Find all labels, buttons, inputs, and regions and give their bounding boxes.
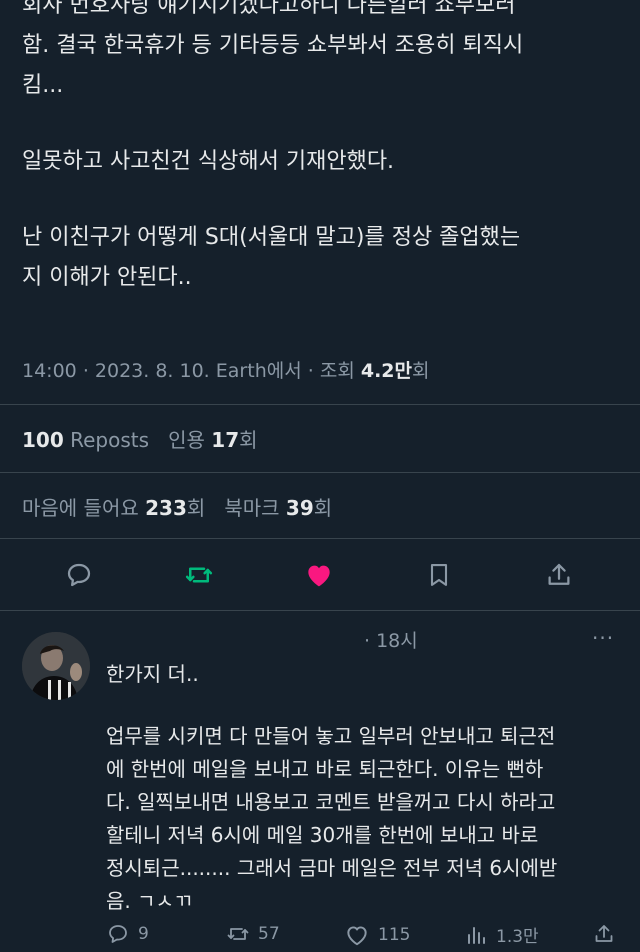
divider bbox=[0, 538, 640, 539]
bookmarks-unit: 회 bbox=[313, 496, 333, 520]
avatar-image bbox=[22, 632, 90, 700]
views-label: 조회 bbox=[319, 360, 355, 382]
likes-unit: 회 bbox=[186, 496, 206, 520]
repost-button[interactable] bbox=[181, 557, 217, 593]
views-unit: 회 bbox=[412, 360, 430, 382]
tweet-action-bar bbox=[0, 553, 640, 597]
reply-replies-count: 9 bbox=[138, 924, 149, 944]
tweet-text: 회사 번호사랑 얘기시기겠다고하니 다른일러 쇼부보러 함. 결국 한국휴가 등… bbox=[22, 0, 622, 298]
repost-arrows-icon bbox=[185, 567, 213, 583]
reply-line: 음. ㄱㅅㄲ bbox=[106, 889, 193, 913]
reply-reposts-count: 57 bbox=[258, 924, 280, 944]
speech-bubble-icon bbox=[67, 563, 91, 587]
bookmarks-link[interactable]: 북마크 39회 bbox=[224, 496, 332, 520]
reply-line: 업무를 시키면 다 만들어 놓고 일부러 안보내고 퇴근전 bbox=[106, 724, 556, 748]
likes-label: 마음에 들어요 bbox=[22, 496, 139, 520]
reposts-link[interactable]: 100 Reposts bbox=[22, 428, 149, 452]
reply-share-button[interactable] bbox=[592, 922, 616, 946]
like-stats-row: 마음에 들어요 233회 북마크 39회 bbox=[22, 492, 332, 521]
tweet-meta: 14:00 · 2023. 8. 10. Earth에서 · 조회 4.2만회 bbox=[22, 360, 430, 382]
reply-line: 정시퇴근........ 그래서 금마 메일은 전부 저녁 6시에받 bbox=[106, 856, 558, 880]
reply-action-bar: 9 57 115 1.3만 bbox=[0, 918, 640, 952]
bookmark-button[interactable] bbox=[421, 557, 457, 593]
reply-reply-button[interactable]: 9 bbox=[106, 922, 149, 946]
reply-line: 다. 일찍보내면 내용보고 코멘트 받을꺼고 다시 하라고 bbox=[106, 790, 556, 814]
reposts-count: 100 bbox=[22, 428, 64, 452]
repost-stats-row: 100 Reposts 인용 17회 bbox=[22, 424, 258, 453]
like-button[interactable] bbox=[301, 557, 337, 593]
quotes-count: 17 bbox=[211, 428, 240, 452]
reposts-label: Reposts bbox=[70, 428, 150, 452]
share-upload-icon bbox=[595, 925, 613, 942]
tweet-line: 일못하고 사고친건 식상해서 기재안했다. bbox=[22, 149, 395, 174]
tweet-line: 회사 번호사랑 얘기시기겠다고하니 다른일러 쇼부보러 bbox=[22, 0, 516, 18]
reply-like-button[interactable]: 115 bbox=[344, 922, 410, 948]
bookmark-icon bbox=[430, 564, 448, 586]
bookmarks-label: 북마크 bbox=[224, 496, 280, 520]
quotes-link[interactable]: 인용 17회 bbox=[168, 428, 257, 452]
divider bbox=[0, 404, 640, 405]
repost-arrows-icon bbox=[227, 928, 249, 940]
reply-views-button[interactable]: 1.3만 bbox=[464, 922, 539, 947]
more-dots-icon[interactable]: ··· bbox=[592, 626, 614, 650]
reply-text: 한가지 더.. 업무를 시키면 다 만들어 놓고 일부러 안보내고 퇴근전 에 … bbox=[106, 658, 626, 918]
tweet-line: 난 이친구가 어떻게 S대(서울대 말고)를 정상 졸업했는 bbox=[22, 225, 521, 250]
quotes-unit: 회 bbox=[239, 428, 258, 452]
reply-line: 한가지 더.. bbox=[106, 662, 199, 686]
tweet-line: 킴... bbox=[22, 73, 64, 98]
share-upload-icon bbox=[548, 563, 570, 585]
share-button[interactable] bbox=[541, 557, 577, 593]
reply-repost-button[interactable]: 57 bbox=[226, 922, 280, 946]
reply-likes-count: 115 bbox=[378, 925, 411, 945]
divider bbox=[0, 610, 640, 611]
speech-bubble-icon bbox=[109, 925, 127, 943]
bar-chart-icon bbox=[468, 926, 485, 944]
reply-button[interactable] bbox=[61, 557, 97, 593]
likes-link[interactable]: 마음에 들어요 233회 bbox=[22, 496, 205, 520]
likes-count: 233 bbox=[145, 496, 187, 520]
tweet-line: 지 이해가 안된다.. bbox=[22, 265, 192, 290]
views-count: 4.2만 bbox=[360, 360, 412, 382]
tweet-date[interactable]: 2023. 8. 10. bbox=[95, 360, 210, 382]
divider bbox=[0, 472, 640, 473]
bookmarks-count: 39 bbox=[285, 496, 314, 520]
heart-icon bbox=[347, 926, 367, 946]
reply-line: 할테니 저녁 6시에 메일 30개를 한번에 보내고 바로 bbox=[106, 823, 539, 847]
avatar[interactable] bbox=[22, 632, 90, 700]
reply-line: 에 한번에 메일을 보내고 바로 퇴근한다. 이유는 뻔하 bbox=[106, 757, 544, 781]
reply-views-count: 1.3만 bbox=[496, 927, 539, 947]
tweet-source: Earth에서 bbox=[215, 360, 302, 382]
quotes-label: 인용 bbox=[168, 428, 205, 452]
reply-timestamp[interactable]: · 18시 bbox=[364, 626, 418, 653]
heart-icon bbox=[308, 565, 330, 587]
tweet-line: 함. 결국 한국휴가 등 기타등등 쇼부봐서 조용히 퇴직시 bbox=[22, 33, 524, 58]
tweet-time[interactable]: 14:00 bbox=[22, 360, 77, 382]
